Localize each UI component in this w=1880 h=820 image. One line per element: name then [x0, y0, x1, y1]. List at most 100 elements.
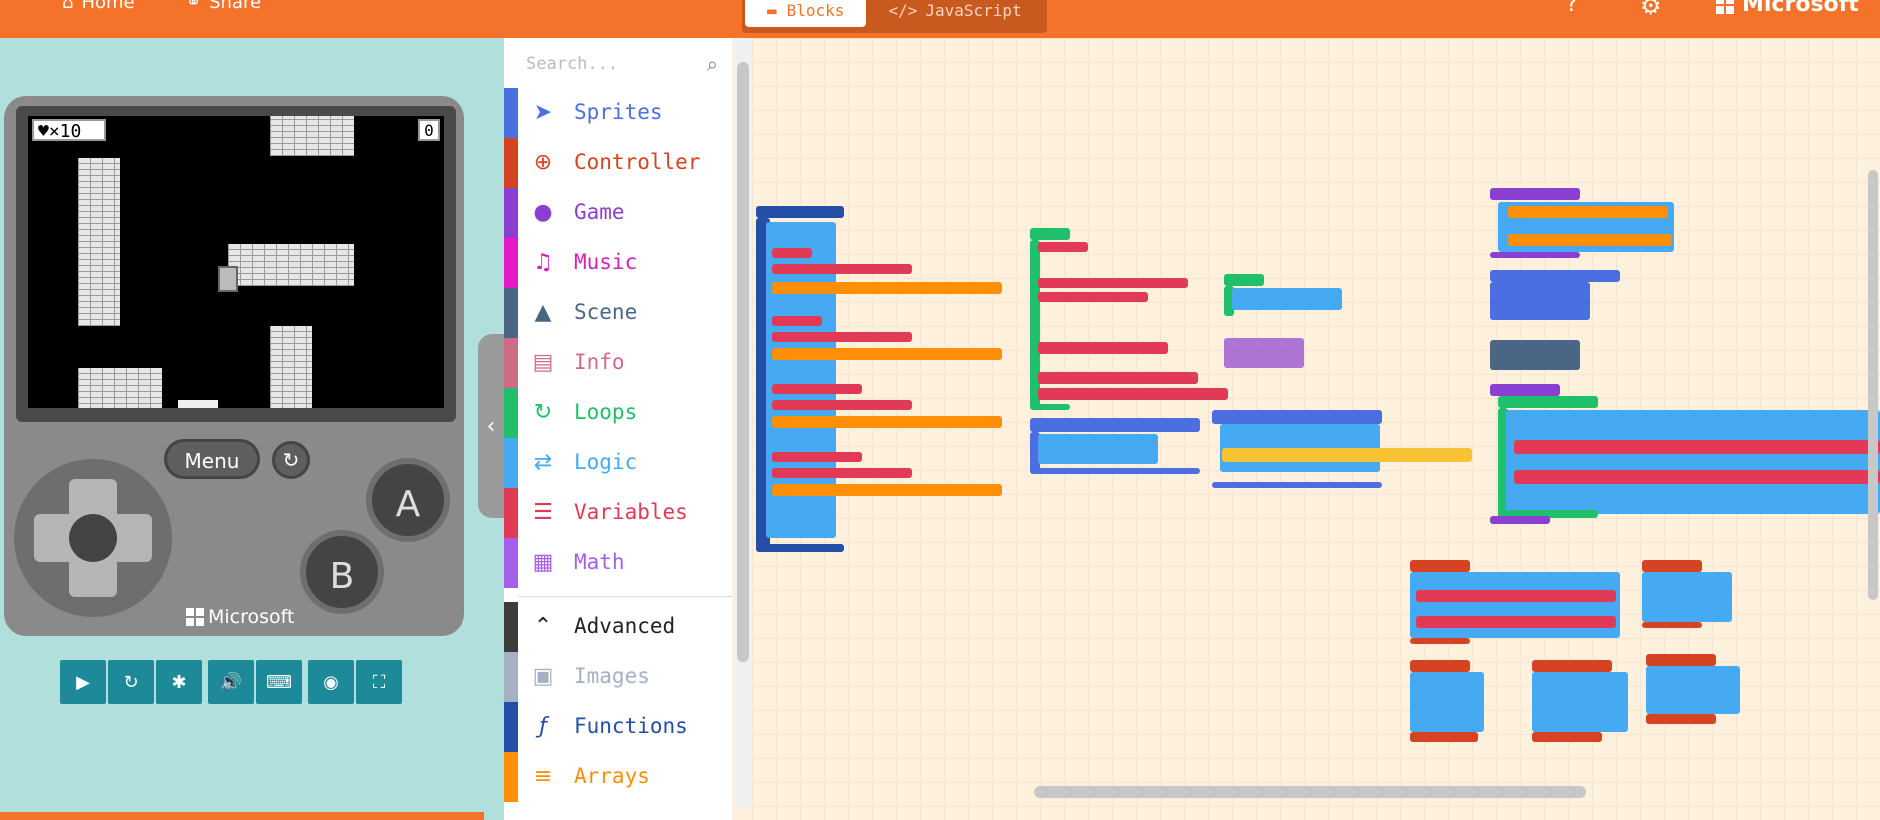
code-block-sprite-set[interactable]	[772, 452, 862, 462]
blocks-workspace[interactable]	[752, 38, 1880, 820]
code-block-if-absolute[interactable]	[1506, 410, 1880, 514]
code-block-array-set[interactable]	[772, 416, 1002, 428]
category-scene[interactable]: ▲ Scene	[504, 288, 732, 338]
menu-button[interactable]: Menu	[164, 439, 260, 479]
code-block-for-element[interactable]	[1498, 396, 1598, 408]
tab-blocks[interactable]: ▬ Blocks	[745, 0, 867, 27]
category-advanced[interactable]: ⌃ Advanced	[504, 602, 732, 652]
restart-icon[interactable]: ↻	[108, 660, 154, 704]
code-block-button-right-body[interactable]	[1646, 666, 1740, 714]
category-music[interactable]: ♫ Music	[504, 238, 732, 288]
code-block-button-left-set[interactable]	[1416, 616, 1616, 628]
tab-javascript[interactable]: </> JavaScript	[866, 0, 1043, 27]
code-block-button-up-body[interactable]	[1642, 572, 1732, 622]
code-block-array-set[interactable]	[772, 348, 1002, 360]
search-input[interactable]: Search...	[526, 54, 618, 74]
workspace-vertical-scrollbar[interactable]	[1868, 170, 1878, 600]
code-block-button-up[interactable]	[1642, 560, 1702, 572]
search-icon[interactable]: ⌕	[707, 52, 718, 76]
category-variables[interactable]: ☰ Variables	[504, 488, 732, 538]
code-block-on-overlap[interactable]	[1030, 418, 1200, 432]
category-arrays[interactable]: ≡ Arrays	[504, 752, 732, 802]
code-block-projectile-set[interactable]	[1514, 470, 1880, 484]
help-icon[interactable]: ?	[1566, 0, 1578, 17]
code-block-button-up-end[interactable]	[1642, 622, 1702, 628]
code-block-game-update[interactable]	[1490, 384, 1560, 396]
code-block-button-left-2-end[interactable]	[1410, 732, 1478, 742]
game-screen[interactable]: ♥×10 0	[28, 116, 444, 408]
code-block-sprite-set[interactable]	[772, 468, 912, 478]
code-block-array-set[interactable]	[772, 282, 1002, 294]
code-block-button-down-body[interactable]	[1532, 672, 1628, 732]
code-block-array-set[interactable]	[772, 484, 1002, 496]
code-block-sprite-set[interactable]	[772, 316, 822, 326]
code-block-on-created-body[interactable]	[1490, 282, 1590, 320]
code-block-forever-if[interactable]	[1232, 288, 1342, 310]
code-block-variable-set[interactable]	[1038, 278, 1188, 288]
sound-icon[interactable]: 🔊	[208, 660, 254, 704]
code-block-button-left-set[interactable]	[1416, 590, 1616, 602]
home-button[interactable]: ⌂ Home	[62, 0, 135, 13]
code-block-overlap-if[interactable]	[1038, 434, 1158, 464]
code-block-projectile-set[interactable]	[1514, 440, 1880, 454]
code-block-sprite-set[interactable]	[772, 400, 912, 410]
code-block-game-update[interactable]	[1490, 188, 1580, 200]
code-block-variable-set[interactable]	[1038, 342, 1168, 354]
code-block-array-push[interactable]	[1508, 234, 1672, 246]
code-block-variable-set[interactable]	[1038, 242, 1088, 252]
code-block-function[interactable]	[756, 206, 844, 218]
code-block-on-start-end[interactable]	[1030, 404, 1070, 410]
fullscreen-icon[interactable]: ⛶	[356, 660, 402, 704]
code-block-overlap-end[interactable]	[1030, 468, 1200, 474]
code-block-on-destroyed[interactable]	[1490, 340, 1580, 370]
category-info[interactable]: ▤ Info	[504, 338, 732, 388]
code-block-on-created[interactable]	[1490, 270, 1620, 282]
code-block-forever[interactable]	[1224, 274, 1264, 286]
category-math[interactable]: ▦ Math	[504, 538, 732, 588]
code-block-variable-set[interactable]	[1038, 292, 1148, 302]
category-loops[interactable]: ↻ Loops	[504, 388, 732, 438]
code-block-button-right-end[interactable]	[1646, 714, 1716, 724]
settings-gear-icon[interactable]: ⚙	[1640, 0, 1662, 20]
code-block-button-down[interactable]	[1532, 660, 1612, 672]
category-game[interactable]: ● Game	[504, 188, 732, 238]
category-sprites[interactable]: ➤ Sprites	[504, 88, 732, 138]
code-block-array-value[interactable]	[1508, 206, 1668, 218]
category-logic[interactable]: ⇄ Logic	[504, 438, 732, 488]
code-block-button-left-end[interactable]	[1410, 638, 1470, 644]
toolbox-search[interactable]: Search... ⌕	[504, 44, 732, 84]
screenshot-camera-icon[interactable]: ◉	[308, 660, 354, 704]
code-block-on-overlap[interactable]	[1212, 410, 1382, 424]
code-block-life-zero[interactable]	[1224, 338, 1304, 368]
code-block-overlap-end[interactable]	[1212, 482, 1382, 488]
dpad[interactable]	[14, 459, 172, 617]
workspace-horizontal-scrollbar[interactable]	[1034, 786, 1586, 798]
b-button[interactable]: B	[300, 530, 384, 614]
code-block-variable-set[interactable]	[1038, 372, 1198, 384]
code-block-button-left-body[interactable]	[1410, 572, 1620, 638]
code-block-button-left-2-body[interactable]	[1410, 672, 1484, 732]
code-block-game-update-end[interactable]	[1490, 252, 1580, 258]
microsoft-logo[interactable]: Microsoft	[1716, 0, 1859, 17]
code-block-sprite-set[interactable]	[772, 384, 862, 394]
code-block-sprite-set[interactable]	[772, 332, 912, 342]
share-button[interactable]: ⚭ Share	[186, 0, 261, 13]
category-images[interactable]: ▣ Images	[504, 652, 732, 702]
code-block-button-left-2[interactable]	[1410, 660, 1470, 672]
code-block-function-end[interactable]	[756, 544, 844, 552]
category-functions[interactable]: ƒ Functions	[504, 702, 732, 752]
play-icon[interactable]: ▶	[60, 660, 106, 704]
a-button[interactable]: A	[366, 458, 450, 542]
restart-game-icon[interactable]: ↻	[272, 441, 310, 479]
code-block-sprite-set[interactable]	[772, 248, 812, 258]
toolbox-scrollbar[interactable]	[734, 38, 752, 808]
code-block-button-down-end[interactable]	[1532, 732, 1602, 742]
toolbox-scrollbar-thumb[interactable]	[737, 62, 749, 662]
category-controller[interactable]: ⊕ Controller	[504, 138, 732, 188]
code-block-game-update-end[interactable]	[1490, 516, 1550, 524]
code-block-array-remove[interactable]	[1222, 448, 1472, 462]
code-block-button-left[interactable]	[1410, 560, 1470, 572]
code-block-variable-set[interactable]	[1038, 388, 1228, 400]
keyboard-icon[interactable]: ⌨	[256, 660, 302, 704]
code-block-on-start[interactable]	[1030, 228, 1070, 240]
